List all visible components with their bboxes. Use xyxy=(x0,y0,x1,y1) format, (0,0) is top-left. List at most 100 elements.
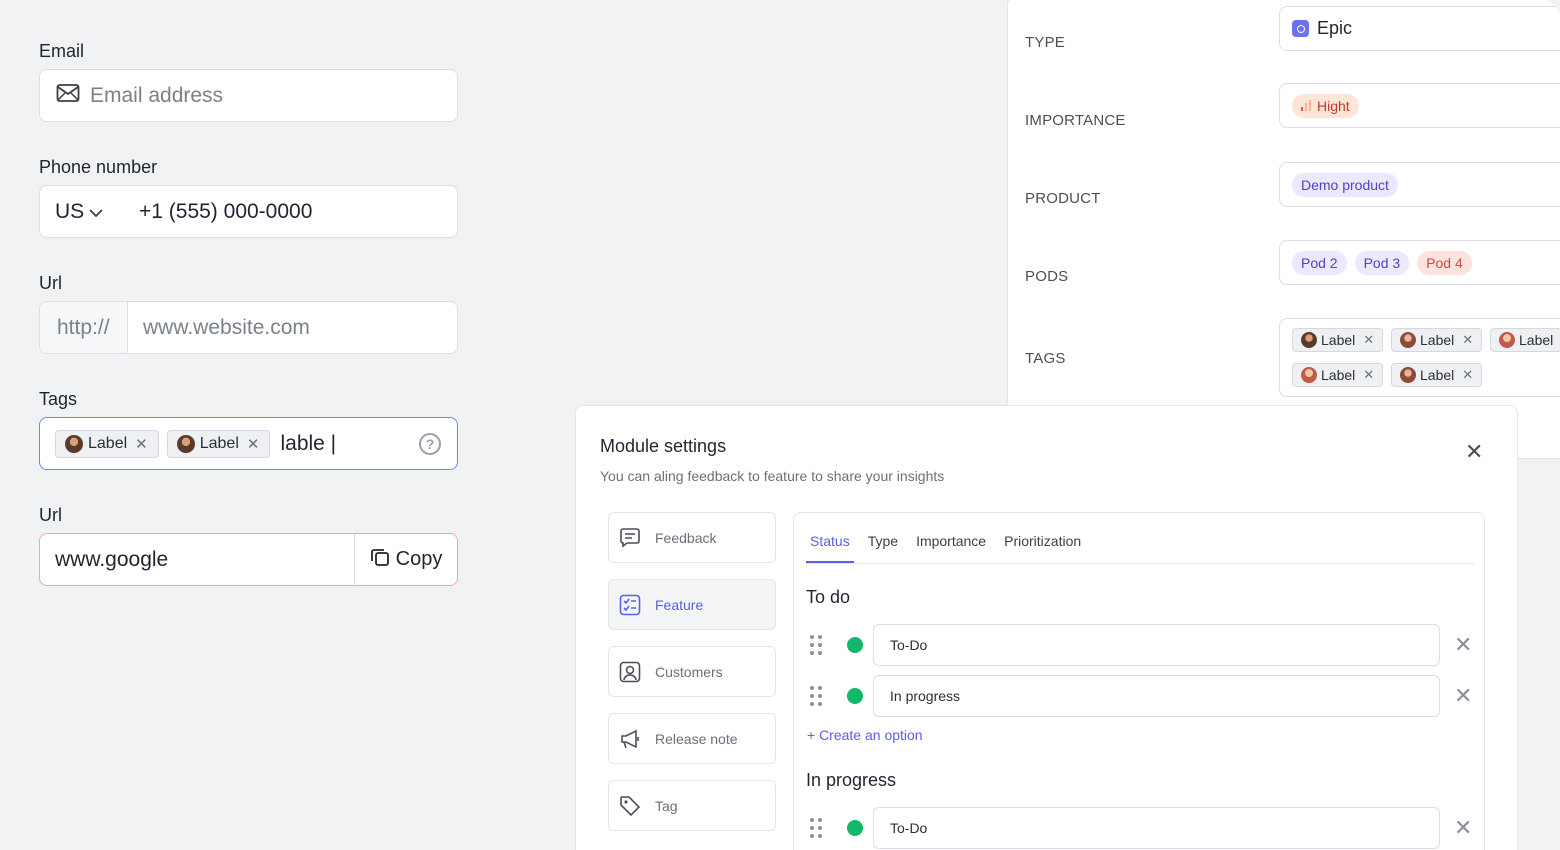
tab-prioritization[interactable]: Prioritization xyxy=(1000,533,1085,563)
create-option-button[interactable]: + Create an option xyxy=(807,727,923,743)
status-color-dot[interactable] xyxy=(847,637,863,653)
copy-icon xyxy=(370,547,390,573)
avatar xyxy=(176,434,195,453)
email-field[interactable]: Email address xyxy=(39,69,458,122)
importance-value: Hight xyxy=(1317,97,1350,114)
tab-status[interactable]: Status xyxy=(806,533,854,563)
url-field[interactable]: http:// www.website.com xyxy=(39,301,458,354)
megaphone-icon xyxy=(619,728,641,750)
avatar xyxy=(65,434,83,453)
message-icon xyxy=(619,527,641,549)
option-name-input[interactable]: To-Do xyxy=(873,807,1440,849)
sidebar-item-tag[interactable]: Tag xyxy=(608,780,776,831)
status-color-dot[interactable] xyxy=(847,688,863,704)
url-copy-value: www.google xyxy=(55,547,169,571)
importance-label: IMPORTANCE xyxy=(1025,112,1126,129)
section-title: To do xyxy=(806,587,851,607)
importance-select[interactable]: Hight xyxy=(1279,83,1560,128)
tags-typed-text: lable | xyxy=(280,431,337,455)
status-option-row: In progress ✕ xyxy=(810,675,1472,717)
dialog-title: Module settings xyxy=(600,436,727,456)
tag-chip-label: Label xyxy=(88,434,128,452)
avatar xyxy=(1301,367,1317,383)
sidebar-item-customers[interactable]: Customers xyxy=(608,646,776,697)
epic-icon xyxy=(1292,20,1309,37)
url-copy-field[interactable]: www.google Copy xyxy=(39,533,458,586)
drag-handle-icon[interactable] xyxy=(810,635,824,655)
sidebar-item-label: Feedback xyxy=(655,529,717,546)
tags-field[interactable]: Label ✕ Label ✕ lable | ? xyxy=(39,417,458,470)
close-icon[interactable]: ✕ xyxy=(1462,332,1473,348)
tag-chip-label: Label xyxy=(199,434,239,452)
phone-field[interactable]: US +1 (555) 000-0000 xyxy=(39,185,458,238)
tag-chip[interactable]: Label xyxy=(1490,328,1560,352)
pod-badge: Pod 3 xyxy=(1354,250,1410,275)
sidebar-item-label: Feature xyxy=(655,596,704,613)
type-value: Epic xyxy=(1317,18,1353,38)
tag-chip[interactable]: Label ✕ xyxy=(1292,328,1384,352)
tag-chip-label: Label xyxy=(1420,367,1455,383)
tag-chip-label: Label xyxy=(1321,367,1356,383)
avatar xyxy=(1400,367,1416,383)
status-content-panel: Status Type Importance Prioritization To… xyxy=(793,512,1485,850)
tag-chip[interactable]: Label ✕ xyxy=(1391,363,1483,387)
user-square-icon xyxy=(619,661,641,683)
remove-option-icon[interactable]: ✕ xyxy=(1454,632,1472,658)
sidebar-item-release-note[interactable]: Release note xyxy=(608,713,776,764)
phone-label: Phone number xyxy=(39,157,158,177)
drag-handle-icon[interactable] xyxy=(810,818,824,838)
close-icon[interactable]: ✕ xyxy=(135,435,148,453)
tab-type[interactable]: Type xyxy=(864,533,902,563)
url-prefix: http:// xyxy=(40,302,128,353)
copy-button[interactable]: Copy xyxy=(354,534,457,585)
tag-icon xyxy=(619,795,641,817)
phone-value: +1 (555) 000-0000 xyxy=(139,199,313,223)
tags-prop-field[interactable]: Label ✕ Label ✕ Label Label ✕ Label ✕ xyxy=(1279,318,1560,397)
pod-badge: Pod 2 xyxy=(1292,250,1347,275)
copy-button-label: Copy xyxy=(395,548,443,570)
url-label: Url xyxy=(39,273,62,293)
close-icon[interactable]: ✕ xyxy=(1363,332,1374,348)
properties-panel: TYPE Epic IMPORTANCE Hight PRODUCT Demo … xyxy=(1007,0,1560,459)
help-icon[interactable]: ? xyxy=(419,432,441,455)
pods-select[interactable]: Pod 2 Pod 3 Pod 4 xyxy=(1279,240,1560,285)
tab-bar: Status Type Importance Prioritization xyxy=(806,533,1095,563)
sidebar-item-label: Tag xyxy=(655,797,678,814)
sidebar-item-feature[interactable]: Feature xyxy=(608,579,776,630)
tag-chip[interactable]: Label ✕ xyxy=(166,429,271,458)
remove-option-icon[interactable]: ✕ xyxy=(1454,683,1472,709)
remove-option-icon[interactable]: ✕ xyxy=(1454,815,1472,841)
email-placeholder: Email address xyxy=(90,83,224,107)
product-badge: Demo product xyxy=(1292,172,1398,197)
sidebar-item-feedback[interactable]: Feedback xyxy=(608,512,776,563)
section-title: In progress xyxy=(806,770,897,790)
tab-importance[interactable]: Importance xyxy=(912,533,990,563)
email-label: Email xyxy=(39,41,85,61)
tag-chip[interactable]: Label ✕ xyxy=(55,429,159,458)
pods-label: PODS xyxy=(1025,268,1069,285)
tags-label: Tags xyxy=(39,389,78,409)
status-color-dot[interactable] xyxy=(847,820,863,836)
drag-handle-icon[interactable] xyxy=(810,686,824,706)
url-copy-label: Url xyxy=(39,505,62,525)
avatar xyxy=(1301,332,1317,348)
type-select[interactable]: Epic xyxy=(1279,6,1560,51)
option-name-input[interactable]: In progress xyxy=(873,675,1440,717)
tabs-divider xyxy=(806,563,1474,564)
close-icon[interactable]: ✕ xyxy=(1462,367,1473,383)
importance-badge: Hight xyxy=(1292,93,1359,118)
tags-prop-label: TAGS xyxy=(1025,350,1066,367)
status-option-row: To-Do ✕ xyxy=(810,624,1472,666)
tag-chip-label: Label xyxy=(1519,332,1554,348)
product-select[interactable]: Demo product xyxy=(1279,162,1560,207)
checklist-icon xyxy=(619,594,641,616)
tag-chip[interactable]: Label ✕ xyxy=(1391,328,1483,352)
close-icon[interactable]: ✕ xyxy=(1363,367,1374,383)
country-select[interactable]: US xyxy=(55,200,139,224)
close-icon[interactable]: ✕ xyxy=(1465,439,1483,465)
type-label: TYPE xyxy=(1025,34,1065,51)
mail-icon xyxy=(56,83,80,109)
tag-chip[interactable]: Label ✕ xyxy=(1292,363,1384,387)
option-name-input[interactable]: To-Do xyxy=(873,624,1440,666)
close-icon[interactable]: ✕ xyxy=(247,435,260,453)
